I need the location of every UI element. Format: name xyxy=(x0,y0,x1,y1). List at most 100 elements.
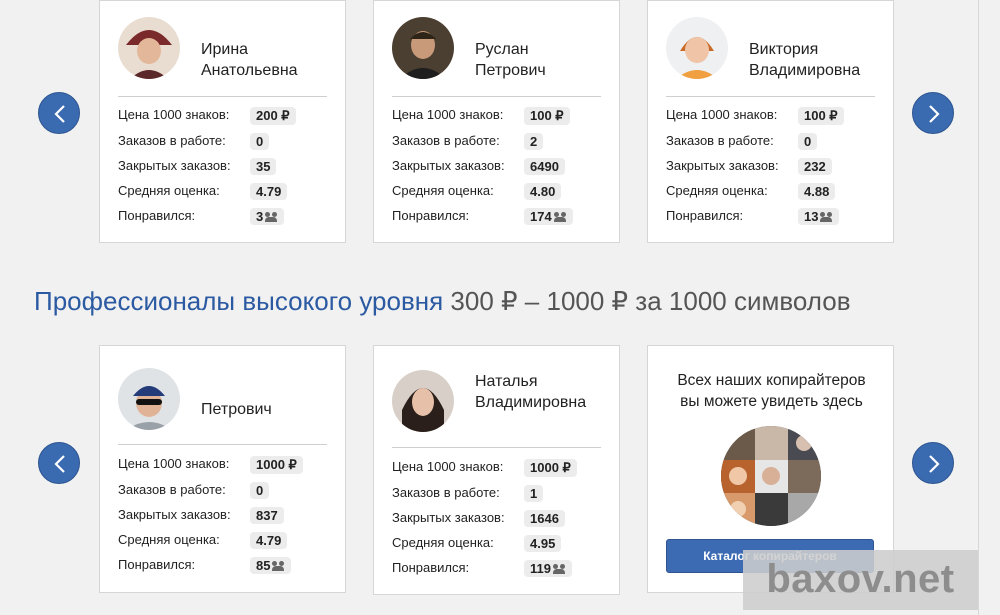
rating-value: 4.88 xyxy=(798,183,836,200)
copywriter-card[interactable]: Виктория Владимировна Цена 1000 знаков: … xyxy=(647,0,894,243)
name-line: Руслан xyxy=(475,41,529,58)
rating-label: Средняя оценка: xyxy=(118,183,220,198)
price-label: Цена 1000 знаков: xyxy=(118,107,230,122)
closed-label: Закрытых заказов: xyxy=(118,507,231,522)
chevron-right-icon xyxy=(929,105,940,123)
rating-value: 4.79 xyxy=(250,183,288,200)
section-title-rest: 300 ₽ – 1000 ₽ за 1000 символов xyxy=(443,286,851,316)
in-work-label: Заказов в работе: xyxy=(392,485,500,500)
closed-value: 6490 xyxy=(524,158,565,175)
closed-value: 35 xyxy=(250,158,277,175)
people-icon xyxy=(820,212,833,222)
price-value: 100 ₽ xyxy=(524,107,570,125)
in-work-value: 1 xyxy=(524,485,544,502)
rating-value: 4.95 xyxy=(524,535,562,552)
chevron-left-icon xyxy=(54,105,65,123)
rating-value: 4.79 xyxy=(250,532,288,549)
price-value: 1000 ₽ xyxy=(250,456,303,474)
name-line: Виктория xyxy=(749,41,819,58)
carousel-next-button-row2[interactable] xyxy=(912,442,954,484)
avatar xyxy=(392,17,454,79)
carousel-prev-button-row1[interactable] xyxy=(38,92,80,134)
in-work-value: 2 xyxy=(524,133,544,150)
name-line: Владимировна xyxy=(749,62,861,79)
in-work-label: Заказов в работе: xyxy=(392,133,500,148)
closed-label: Закрытых заказов: xyxy=(666,158,779,173)
closed-label: Закрытых заказов: xyxy=(392,158,505,173)
catalog-line: вы можете увидеть здесь xyxy=(680,393,863,410)
catalog-text: Всех наших копирайтеров вы можете увидет… xyxy=(648,370,895,412)
price-value: 200 ₽ xyxy=(250,107,296,125)
price-value: 100 ₽ xyxy=(798,107,844,125)
divider xyxy=(118,444,327,445)
people-icon xyxy=(552,564,566,574)
liked-count: 119 xyxy=(530,561,551,576)
chevron-right-icon xyxy=(929,455,940,473)
section-title-accent: Профессионалы высокого уровня xyxy=(34,286,444,316)
liked-count: 13 xyxy=(804,209,819,224)
name-line: Владимировна xyxy=(475,394,587,411)
liked-label: Понравился: xyxy=(392,560,470,575)
chevron-left-icon xyxy=(54,455,65,473)
in-work-value: 0 xyxy=(798,133,818,150)
liked-value: 13 xyxy=(798,208,840,225)
closed-value: 837 xyxy=(250,507,284,524)
closed-value: 1646 xyxy=(524,510,565,527)
divider xyxy=(118,96,327,97)
name-line: Ирина xyxy=(201,41,249,58)
watermark: baxov.net xyxy=(743,550,978,610)
in-work-value: 0 xyxy=(250,133,270,150)
avatar xyxy=(392,370,454,432)
price-label: Цена 1000 знаков: xyxy=(392,459,504,474)
carousel-prev-button-row2[interactable] xyxy=(38,442,80,484)
people-icon xyxy=(553,212,567,222)
copywriter-card[interactable]: Наталья Владимировна Цена 1000 знаков: 1… xyxy=(373,345,620,595)
name-line: Петрович xyxy=(475,62,546,79)
liked-value: 174 xyxy=(524,208,573,225)
carousel-next-button-row1[interactable] xyxy=(912,92,954,134)
price-label: Цена 1000 знаков: xyxy=(118,456,230,471)
avatar xyxy=(666,17,728,79)
rating-label: Средняя оценка: xyxy=(118,532,220,547)
divider xyxy=(392,96,601,97)
catalog-line: Всех наших копирайтеров xyxy=(677,372,866,389)
liked-count: 174 xyxy=(530,209,552,224)
closed-label: Закрытых заказов: xyxy=(118,158,231,173)
liked-label: Понравился: xyxy=(118,208,196,223)
scrollbar[interactable] xyxy=(978,0,1000,615)
price-label: Цена 1000 знаков: xyxy=(392,107,504,122)
avatar xyxy=(118,17,180,79)
copywriter-card[interactable]: Руслан Петрович Цена 1000 знаков: 100 ₽ … xyxy=(373,0,620,243)
liked-label: Понравился: xyxy=(666,208,744,223)
rating-label: Средняя оценка: xyxy=(392,183,494,198)
name-line: Петрович xyxy=(201,401,272,418)
liked-label: Понравился: xyxy=(118,557,196,572)
rating-label: Средняя оценка: xyxy=(666,183,768,198)
in-work-label: Заказов в работе: xyxy=(118,482,226,497)
divider xyxy=(666,96,875,97)
closed-value: 232 xyxy=(798,158,832,175)
copywriter-card[interactable]: Ирина Анатольевна Цена 1000 знаков: 200 … xyxy=(99,0,346,243)
rating-label: Средняя оценка: xyxy=(392,535,494,550)
divider xyxy=(392,447,601,448)
price-label: Цена 1000 знаков: xyxy=(666,107,778,122)
copywriters-collage[interactable] xyxy=(721,426,821,526)
price-value: 1000 ₽ xyxy=(524,459,577,477)
liked-value: 85 xyxy=(250,557,292,574)
liked-count: 85 xyxy=(256,558,271,573)
name-line: Наталья xyxy=(475,373,538,390)
copywriter-card[interactable]: Петрович Цена 1000 знаков: 1000 ₽ Заказо… xyxy=(99,345,346,593)
rating-value: 4.80 xyxy=(524,183,562,200)
closed-label: Закрытых заказов: xyxy=(392,510,505,525)
in-work-label: Заказов в работе: xyxy=(666,133,774,148)
avatar xyxy=(118,368,180,430)
liked-value: 3 xyxy=(250,208,285,225)
liked-label: Понравился: xyxy=(392,208,470,223)
liked-count: 3 xyxy=(256,209,264,224)
people-icon xyxy=(272,561,285,571)
section-title: Профессионалы высокого уровня 300 ₽ – 10… xyxy=(34,286,851,317)
liked-value: 119 xyxy=(524,560,572,577)
in-work-label: Заказов в работе: xyxy=(118,133,226,148)
name-line: Анатольевна xyxy=(201,62,298,79)
in-work-value: 0 xyxy=(250,482,270,499)
